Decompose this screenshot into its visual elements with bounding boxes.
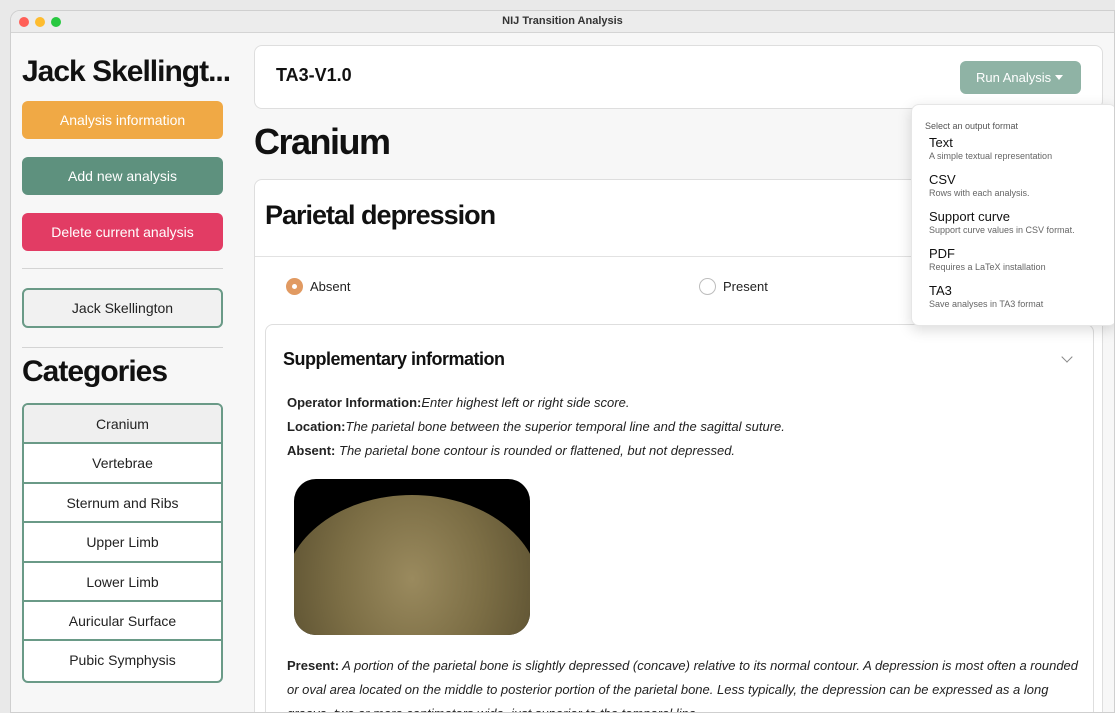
operator-info-line: Operator Information:Enter highest left … [287, 395, 629, 410]
analysis-header: TA3-V1.0 Run Analysis [254, 45, 1103, 109]
category-item-upper-limb[interactable]: Upper Limb [24, 523, 221, 563]
absent-label: Absent: [287, 443, 336, 458]
parietal-bone-image [294, 479, 530, 635]
absent-text: The parietal bone contour is rounded or … [335, 443, 736, 458]
sidebar: Jack Skellingt... Analysis information A… [11, 33, 243, 712]
user-title: Jack Skellingt... [22, 55, 231, 88]
menu-item-label: Support curve [929, 209, 1010, 224]
radio-present-label: Present [723, 279, 768, 294]
analysis-information-button[interactable]: Analysis information [22, 101, 223, 139]
bone-shape [294, 495, 530, 635]
run-analysis-button[interactable]: Run Analysis [960, 61, 1081, 94]
menu-item-label: TA3 [929, 283, 952, 298]
menu-item-pdf[interactable]: PDF Requires a LaTeX installation [929, 246, 1046, 272]
absent-description-line: Absent: The parietal bone contour is rou… [287, 443, 735, 458]
current-user-button[interactable]: Jack Skellington [22, 288, 223, 328]
categories-heading: Categories [22, 355, 168, 388]
menu-item-desc: Support curve values in CSV format. [929, 225, 1075, 235]
radio-unchecked-icon [699, 278, 716, 295]
operator-text: Enter highest left or right side score. [421, 395, 630, 410]
category-item-auricular-surface[interactable]: Auricular Surface [24, 602, 221, 642]
menu-item-desc: Requires a LaTeX installation [929, 262, 1046, 272]
app-window: NIJ Transition Analysis Jack Skellingt..… [10, 10, 1115, 713]
menu-item-ta3[interactable]: TA3 Save analyses in TA3 format [929, 283, 1043, 309]
run-analysis-label: Run Analysis [976, 70, 1052, 85]
menu-item-label: CSV [929, 172, 956, 187]
output-format-menu: Select an output format Text A simple te… [911, 104, 1114, 326]
menu-item-text[interactable]: Text A simple textual representation [929, 135, 1052, 161]
category-item-vertebrae[interactable]: Vertebrae [24, 444, 221, 484]
supplementary-panel: Supplementary information Operator Infor… [265, 324, 1094, 712]
present-label: Present: [287, 658, 340, 673]
menu-item-desc: A simple textual representation [929, 151, 1053, 161]
location-text: The parietal bone between the superior t… [345, 419, 785, 434]
page-title: Cranium [254, 121, 391, 162]
category-item-lower-limb[interactable]: Lower Limb [24, 563, 221, 602]
location-line: Location:The parietal bone between the s… [287, 419, 785, 434]
window-title: NIJ Transition Analysis [502, 15, 623, 27]
category-item-pubic-symphysis[interactable]: Pubic Symphysis [24, 641, 221, 680]
add-new-analysis-button[interactable]: Add new analysis [22, 157, 223, 195]
radio-absent[interactable]: Absent [286, 278, 350, 295]
menu-item-csv[interactable]: CSV Rows with each analysis. [929, 172, 1030, 198]
output-format-header: Select an output format [925, 121, 1019, 131]
sidebar-divider [22, 347, 223, 348]
present-text: A portion of the parietal bone is slight… [287, 658, 1079, 712]
caret-down-icon [1055, 75, 1063, 80]
category-item-cranium[interactable]: Cranium [24, 405, 221, 445]
menu-item-label: Text [929, 135, 953, 150]
radio-absent-label: Absent [310, 279, 351, 294]
trait-title: Parietal depression [265, 200, 496, 230]
menu-item-label: PDF [929, 246, 955, 261]
delete-analysis-button[interactable]: Delete current analysis [22, 213, 223, 251]
title-bar: NIJ Transition Analysis [11, 11, 1114, 33]
menu-item-support-curve[interactable]: Support curve Support curve values in CS… [929, 209, 1075, 235]
category-list: Cranium Vertebrae Sternum and Ribs Upper… [22, 403, 223, 683]
chevron-down-icon[interactable] [1061, 351, 1073, 363]
menu-item-desc: Rows with each analysis. [929, 188, 1030, 198]
sidebar-divider [22, 268, 223, 269]
category-item-sternum-ribs[interactable]: Sternum and Ribs [24, 484, 221, 524]
menu-item-desc: Save analyses in TA3 format [929, 299, 1044, 309]
present-description: Present: A portion of the parietal bone … [287, 654, 1087, 712]
analysis-name: TA3-V1.0 [276, 65, 352, 85]
operator-label: Operator Information: [287, 395, 422, 410]
supplementary-title: Supplementary information [283, 349, 505, 369]
radio-checked-icon [286, 278, 303, 295]
radio-present[interactable]: Present [699, 278, 768, 295]
location-label: Location: [287, 419, 346, 434]
